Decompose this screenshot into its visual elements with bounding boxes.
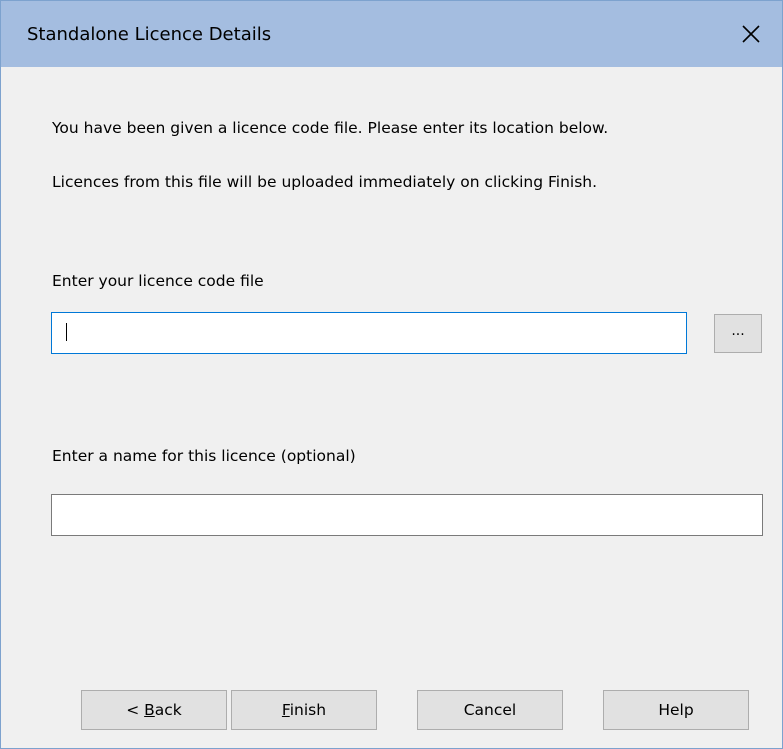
close-icon xyxy=(742,25,760,43)
intro-line-1: You have been given a licence code file.… xyxy=(52,119,609,137)
title-bar: Standalone Licence Details xyxy=(1,1,782,67)
browse-button[interactable]: ... xyxy=(714,314,762,353)
code-file-input[interactable] xyxy=(51,312,687,354)
cancel-button[interactable]: Cancel xyxy=(417,690,563,730)
back-button[interactable]: < Back xyxy=(81,690,227,730)
intro-line-2: Licences from this file will be uploaded… xyxy=(52,173,598,191)
text-caret xyxy=(66,323,67,341)
finish-button-label: Finish xyxy=(281,701,327,719)
close-button[interactable] xyxy=(720,1,782,67)
licence-details-dialog: Standalone Licence Details You have been… xyxy=(0,0,783,749)
back-prefix: < xyxy=(126,701,145,719)
help-button[interactable]: Help xyxy=(603,690,749,730)
dialog-title: Standalone Licence Details xyxy=(27,24,272,45)
licence-name-label: Enter a name for this licence (optional) xyxy=(52,447,356,465)
licence-name-input[interactable] xyxy=(51,494,763,536)
back-button-label: Back xyxy=(144,701,182,719)
code-file-label: Enter your licence code file xyxy=(52,272,264,290)
finish-button[interactable]: Finish xyxy=(231,690,377,730)
